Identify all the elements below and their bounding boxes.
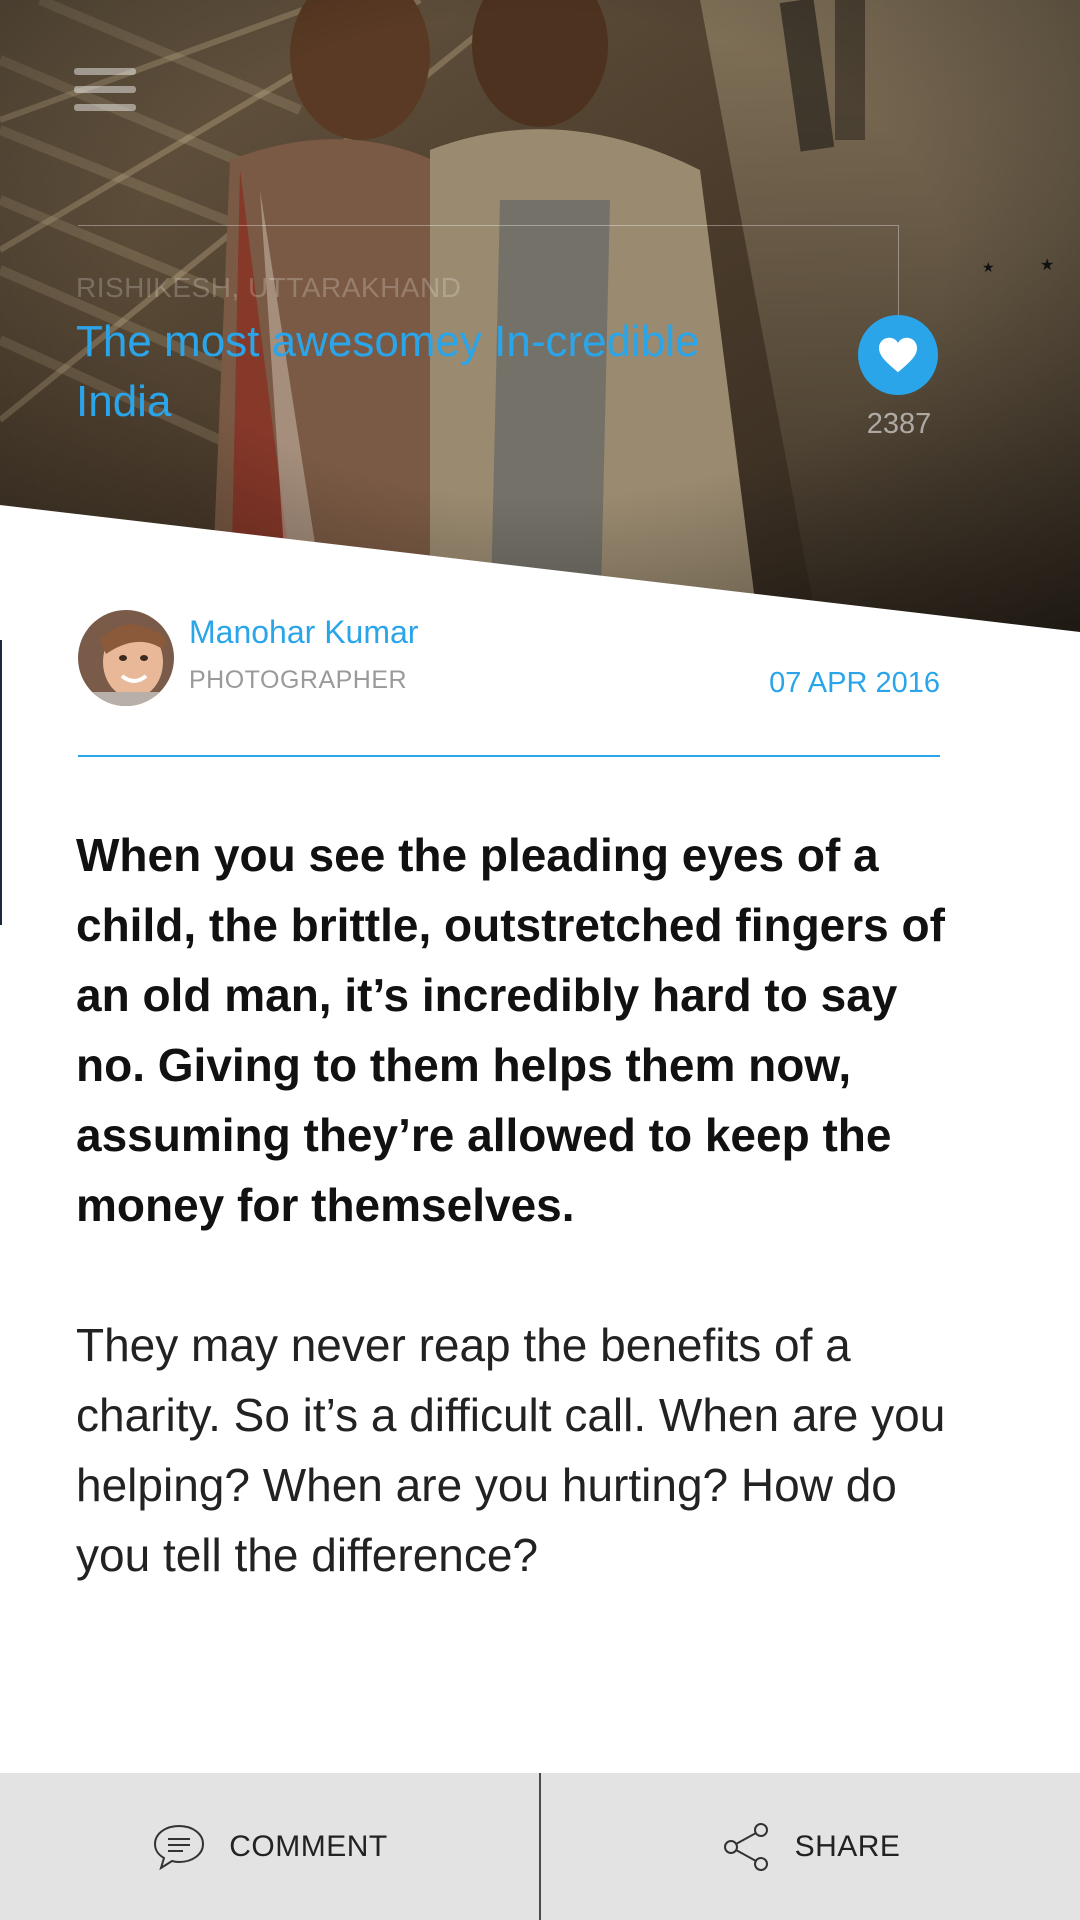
share-icon [723, 1822, 768, 1871]
article-lead: When you see the pleading eyes of a chil… [76, 829, 945, 1231]
share-label: SHARE [794, 1829, 901, 1863]
author-name[interactable]: Manohar Kumar [189, 614, 418, 651]
comment-button[interactable]: COMMENT [0, 1773, 539, 1920]
post-date: 07 APR 2016 [769, 667, 940, 699]
share-button[interactable]: SHARE [541, 1773, 1080, 1920]
hero-section: ★ ★ RISHIKESH, UTTARAKHAND The most awes… [0, 0, 1080, 640]
avatar[interactable] [78, 610, 174, 706]
comment-label: COMMENT [229, 1829, 388, 1863]
hero-diagonal-cut [0, 505, 1080, 640]
article-body: They may never reap the benefits of a ch… [76, 1319, 946, 1581]
left-edge-line [0, 640, 2, 925]
divider [78, 755, 940, 757]
comment-bubble-icon [154, 1824, 205, 1870]
bottom-action-bar: COMMENT SHARE [0, 1773, 1080, 1920]
article-screen: ★ ★ RISHIKESH, UTTARAKHAND The most awes… [0, 0, 1080, 1920]
author-role: PHOTOGRAPHER [189, 666, 408, 694]
